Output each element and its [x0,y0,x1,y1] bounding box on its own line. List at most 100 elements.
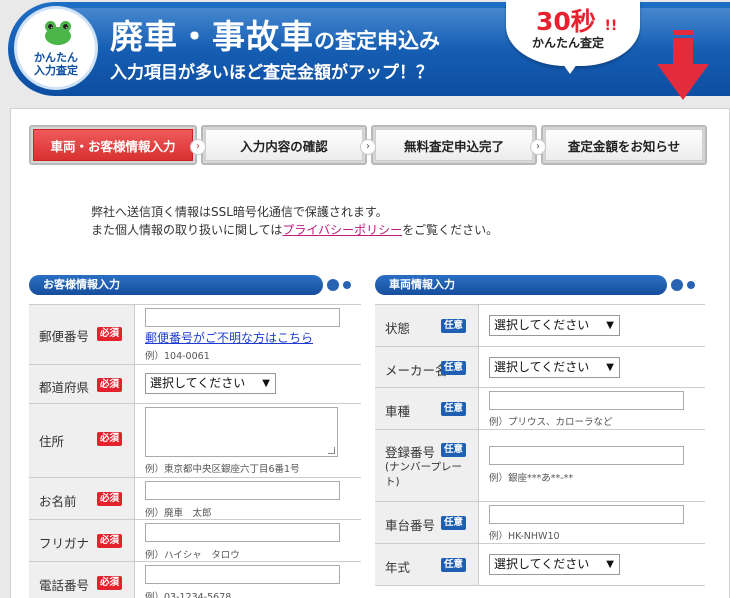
customer-form: 郵便番号 必須 郵便番号がご不明な方はこちら 例）104-0061 都道府県 必須 … [29,304,361,598]
privacy-policy-link[interactable]: プライバシーポリシー [282,223,402,237]
step-label: 無料査定申込完了 [375,129,533,161]
model-year-select[interactable]: 選択してください ▼ [489,554,620,575]
optional-badge: 任意 [441,361,467,375]
registration-number-input[interactable] [489,446,684,465]
header-subtitle: 入力項目が多いほど査定金額がアップ！？ [110,63,433,83]
vehicle-form: 状態 任意 選択してください ▼ メーカー名 任意 選択してください ▼ 車種 任意 例）… [375,304,705,598]
down-arrow-icon [657,30,709,102]
row-model: 車種 任意 例）プリウス、カローラなど [375,388,705,430]
postal-code-input[interactable] [145,308,340,327]
step-label: 入力内容の確認 [205,129,363,161]
step-3: 無料査定申込完了 › [371,125,546,165]
vehicle-section-header: 車両情報入力 [375,275,715,295]
field-label: メーカー名 [385,363,448,378]
title-suffix: の査定申込み [314,29,440,53]
row-postal-code: 郵便番号 必須 郵便番号がご不明な方はこちら 例）104-0061 [29,305,361,365]
select-value: 選択してください [494,557,590,571]
dot-icon [343,281,351,289]
step-4: 査定金額をお知らせ [541,125,707,165]
field-label: 都道府県 [39,380,90,395]
example-text: 例）廃車 太郎 [145,508,212,519]
header-banner: かんたん 入力査定 廃車・事故車の査定申込み 入力項目が多いほど査定金額がアップ… [0,0,730,100]
example-text: 例）104-0061 [145,351,210,362]
select-value: 選択してください [494,360,590,374]
field-sublabel: (ナンバープレー ト) [385,461,462,488]
row-model-year: 年式 任意 選択してください ▼ [375,544,705,586]
phone-input[interactable] [145,565,340,584]
address-textarea[interactable] [145,407,338,457]
field-label: 車種 [385,404,411,419]
chevron-right-icon: › [190,139,206,155]
required-badge: 必須 [97,432,123,446]
row-chassis-number: 車台番号 任意 例）HK-NHW10 [375,502,705,544]
required-badge: 必須 [97,378,123,392]
optional-badge: 任意 [441,558,467,572]
step-label: 査定金額をお知らせ [545,129,703,161]
page-title: 廃車・事故車の査定申込み [110,10,440,58]
field-label: 電話番号 [39,578,90,593]
example-text: 例）銀座***あ**-** [489,473,574,484]
required-badge: 必須 [97,492,123,506]
notice-text: また個人情報の取り扱いに関しては [91,223,283,237]
row-address: 住所 必須 例）東京都中央区銀座六丁目6番1号 [29,404,361,478]
title-main: 廃車・事故車 [110,17,314,56]
dot-icon [327,279,339,291]
logo-text: かんたん 入力査定 [34,51,78,77]
bubble-exclamation: !! [604,18,618,34]
chevron-down-icon: ▼ [262,378,270,389]
postal-code-lookup-link[interactable]: 郵便番号がご不明な方はこちら [145,329,313,346]
ssl-notice: 弊社へ送信頂く情報はSSL暗号化通信で保護されます。 また個人情報の取り扱いに関… [91,203,498,239]
row-prefecture: 都道府県 必須 選択してください ▼ [29,365,361,404]
section-title: 車両情報入力 [375,275,667,295]
field-label: お名前 [39,494,77,509]
chevron-down-icon: ▼ [606,362,614,373]
field-label: 郵便番号 [39,329,90,344]
row-phone: 電話番号 必須 例）03-1234-5678 [29,562,361,598]
dot-icon [671,279,683,291]
chassis-number-input[interactable] [489,505,684,524]
chevron-right-icon: › [360,139,376,155]
field-label: 車台番号 [385,518,436,533]
maker-select[interactable]: 選択してください ▼ [489,357,620,378]
notice-line-1: 弊社へ送信頂く情報はSSL暗号化通信で保護されます。 [91,205,388,219]
furigana-input[interactable] [145,523,340,542]
required-badge: 必須 [97,576,123,590]
select-value: 選択してください [494,318,590,332]
row-name: お名前 必須 例）廃車 太郎 [29,478,361,520]
required-badge: 必須 [97,534,123,548]
step-2: 入力内容の確認 › [201,125,376,165]
dot-icon [687,281,695,289]
row-registration-number: 登録番号 任意 (ナンバープレー ト) 例）銀座***あ**-** [375,430,705,502]
condition-select[interactable]: 選択してください ▼ [489,315,620,336]
name-input[interactable] [145,481,340,500]
row-maker: メーカー名 任意 選択してください ▼ [375,347,705,388]
step-1: 車両・お客様情報入力 › [29,125,206,165]
field-label: 状態 [385,321,411,336]
prefecture-select[interactable]: 選択してください ▼ [145,373,276,394]
row-furigana: フリガナ 必須 例）ハイシャ タロウ [29,520,361,562]
example-text: 例）東京都中央区銀座六丁目6番1号 [145,464,300,475]
field-label: 登録番号 [385,445,436,460]
logo: かんたん 入力査定 [14,6,98,90]
field-label: フリガナ [39,536,90,551]
bubble-time: 30秒 [536,7,596,36]
select-value: 選択してください [150,376,246,390]
example-text: 例）ハイシャ タロウ [145,550,240,561]
field-label: 住所 [39,434,65,449]
section-title: お客様情報入力 [29,275,323,295]
speech-bubble-tail [560,60,580,74]
frog-mascot-icon [43,21,73,45]
step-label: 車両・お客様情報入力 [33,129,193,161]
optional-badge: 任意 [441,319,467,333]
example-text: 例）プリウス、カローラなど [489,417,613,428]
customer-section-header: お客様情報入力 [29,275,355,295]
required-badge: 必須 [97,327,123,341]
optional-badge: 任意 [441,443,467,457]
form-panel: 車両・お客様情報入力 › 入力内容の確認 › 無料査定申込完了 › 査定金額をお… [10,108,730,598]
optional-badge: 任意 [441,402,467,416]
chevron-down-icon: ▼ [606,559,614,570]
bubble-caption: かんたん査定 [532,36,605,50]
notice-text-end: をご覧ください。 [402,223,499,237]
model-input[interactable] [489,391,684,410]
field-label: 年式 [385,560,411,575]
